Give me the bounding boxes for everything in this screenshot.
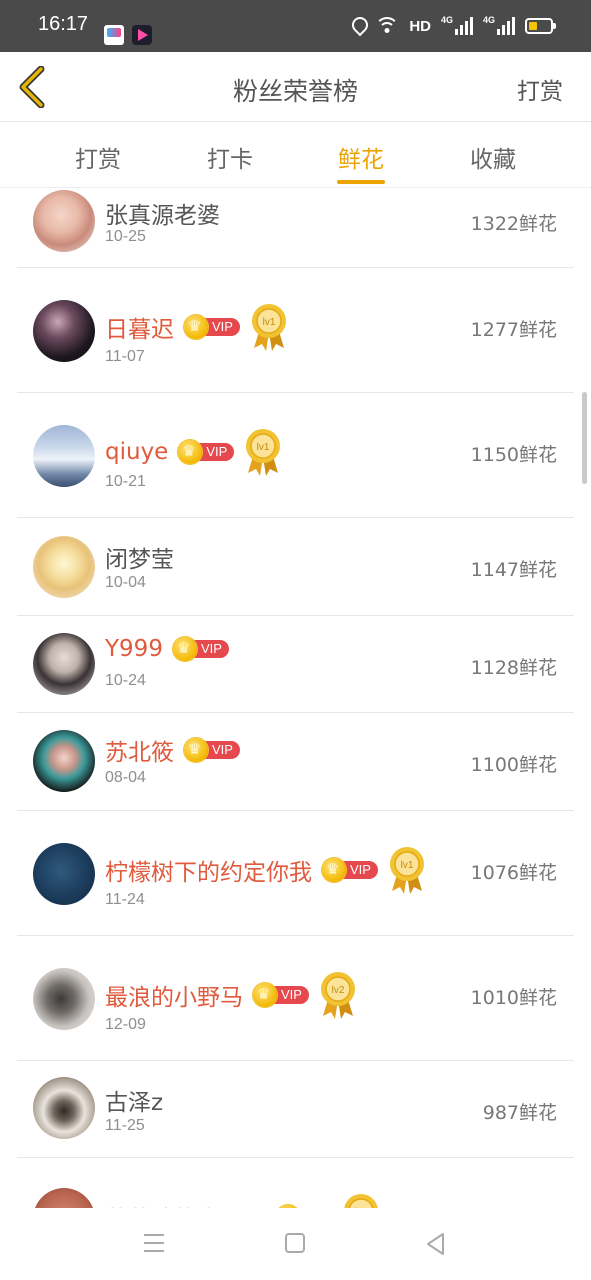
level-medal-icon: lv1 (389, 847, 424, 894)
crown-icon (172, 637, 197, 661)
list-item[interactable]: 苏北筱 VIP 08-04 1100鲜花 (17, 713, 574, 811)
avatar[interactable] (33, 843, 95, 905)
date-label: 10-04 (105, 574, 146, 591)
level-medal-icon: lv1 (251, 304, 286, 351)
status-time: 16:17 (38, 13, 89, 35)
ranking-list[interactable]: 张真源老婆 10-25 1322鲜花 日暮迟 VIP lv1 11-07 127… (0, 188, 591, 1208)
sim2-label: 4G (483, 15, 496, 25)
vip-badge: VIP (253, 983, 309, 1007)
battery-icon (525, 18, 556, 34)
date-label: 08-04 (105, 769, 146, 786)
signal-icon: 4G (441, 15, 473, 35)
status-bar: 16:17 HD 4G 4G (0, 0, 591, 52)
avatar[interactable] (33, 425, 95, 487)
vip-badge: VIP (178, 440, 235, 464)
user-name[interactable]: 苏北筱 (105, 733, 174, 767)
vip-badge: VIP (322, 858, 378, 882)
flower-count: 1277鲜花 (470, 319, 557, 341)
user-name[interactable]: 柠檬树下的约定你我 (105, 853, 312, 887)
date-label: 10-24 (105, 672, 146, 689)
avatar[interactable] (33, 633, 95, 695)
medal-level: lv2 (332, 985, 345, 996)
date-label: 11-25 (105, 1117, 145, 1134)
system-nav-bar (0, 1208, 591, 1280)
network-label: HD (409, 17, 431, 35)
flower-count: 1150鲜花 (470, 444, 557, 466)
flower-count: 1010鲜花 (470, 987, 557, 1009)
list-item[interactable]: 张真源老婆 10-25 1322鲜花 (17, 188, 574, 268)
app-header: 粉丝荣誉榜 打赏 (0, 52, 591, 122)
user-name[interactable]: 最浪的小野马 (105, 978, 243, 1012)
level-medal-icon: lv1 (344, 1194, 378, 1208)
vip-badge: VIP (172, 637, 229, 661)
date-label: 12-09 (105, 1016, 146, 1033)
date-label: 11-07 (105, 348, 145, 365)
player-app-icon (132, 25, 152, 45)
level-medal-icon: lv2 (320, 972, 355, 1019)
flower-count: 1322鲜花 (470, 213, 557, 235)
page-title: 粉丝荣誉榜 (232, 77, 358, 106)
user-name[interactable]: Y999 (105, 636, 163, 662)
home-icon[interactable] (285, 1233, 305, 1253)
avatar[interactable] (33, 300, 95, 362)
flower-count: 1128鲜花 (470, 657, 557, 679)
avatar[interactable] (33, 190, 95, 252)
list-item[interactable]: Y999 VIP 10-24 1128鲜花 (17, 616, 574, 713)
list-item[interactable]: 闭梦莹 10-04 1147鲜花 (17, 518, 574, 616)
avatar[interactable] (33, 730, 95, 792)
crown-icon (276, 1205, 300, 1208)
user-name[interactable]: 草莓味的李子园 (105, 1200, 266, 1208)
level-medal-icon: lv1 (246, 429, 281, 476)
scrollbar[interactable] (582, 392, 587, 484)
date-label: 10-21 (105, 473, 146, 490)
tab-favorites[interactable]: 收藏 (443, 140, 543, 174)
system-icons: HD 4G 4G (351, 14, 556, 38)
crown-icon (253, 983, 277, 1007)
flower-count: 1076鲜花 (470, 862, 557, 884)
list-item[interactable]: 柠檬树下的约定你我 VIP lv1 11-24 1076鲜花 (17, 811, 574, 936)
tab-checkin[interactable]: 打卡 (180, 140, 280, 174)
menu-icon[interactable] (144, 1234, 164, 1252)
user-name[interactable]: 日暮迟 (105, 310, 174, 344)
list-item[interactable]: 日暮迟 VIP lv1 11-07 1277鲜花 (17, 268, 574, 393)
location-icon (351, 17, 365, 35)
date-label: 10-25 (105, 228, 146, 245)
user-name[interactable]: 张真源老婆 (105, 196, 220, 230)
tab-reward[interactable]: 打赏 (48, 140, 148, 174)
vip-badge: VIP (184, 738, 240, 762)
wifi-icon (375, 17, 400, 35)
user-name[interactable]: 古泽z (105, 1083, 163, 1117)
user-name[interactable]: qiuye (105, 439, 168, 465)
list-item[interactable]: 草莓味的李子园 VIP lv1 (17, 1158, 574, 1208)
reward-button[interactable]: 打赏 (517, 72, 563, 106)
back-triangle-icon[interactable] (425, 1232, 445, 1256)
avatar[interactable] (33, 1077, 95, 1139)
avatar[interactable] (33, 968, 95, 1030)
user-name[interactable]: 闭梦莹 (105, 540, 174, 574)
sim1-label: 4G (441, 15, 454, 25)
flower-count: 987鲜花 (482, 1102, 557, 1124)
vip-badge: VIP (184, 315, 240, 339)
tab-bar: 打赏 打卡 鲜花 收藏 (0, 122, 591, 188)
date-label: 11-24 (105, 891, 145, 908)
medal-level: lv1 (401, 860, 414, 871)
avatar[interactable] (33, 1188, 95, 1208)
flower-count: 1147鲜花 (470, 559, 557, 581)
crown-icon (322, 858, 346, 882)
signal-icon-2: 4G (483, 15, 515, 35)
medal-level: lv1 (257, 442, 270, 453)
active-tab-indicator (337, 180, 385, 184)
crown-icon (184, 738, 208, 762)
list-item[interactable]: qiuye VIP lv1 10-21 1150鲜花 (17, 393, 574, 518)
list-item[interactable]: 古泽z 11-25 987鲜花 (17, 1061, 574, 1158)
crown-icon (184, 315, 208, 339)
list-item[interactable]: 最浪的小野马 VIP lv2 12-09 1010鲜花 (17, 936, 574, 1061)
medal-level: lv1 (263, 317, 276, 328)
tab-flowers[interactable]: 鲜花 (311, 140, 411, 174)
flower-count: 1100鲜花 (470, 754, 557, 776)
video-app-icon (104, 25, 124, 45)
avatar[interactable] (33, 536, 95, 598)
